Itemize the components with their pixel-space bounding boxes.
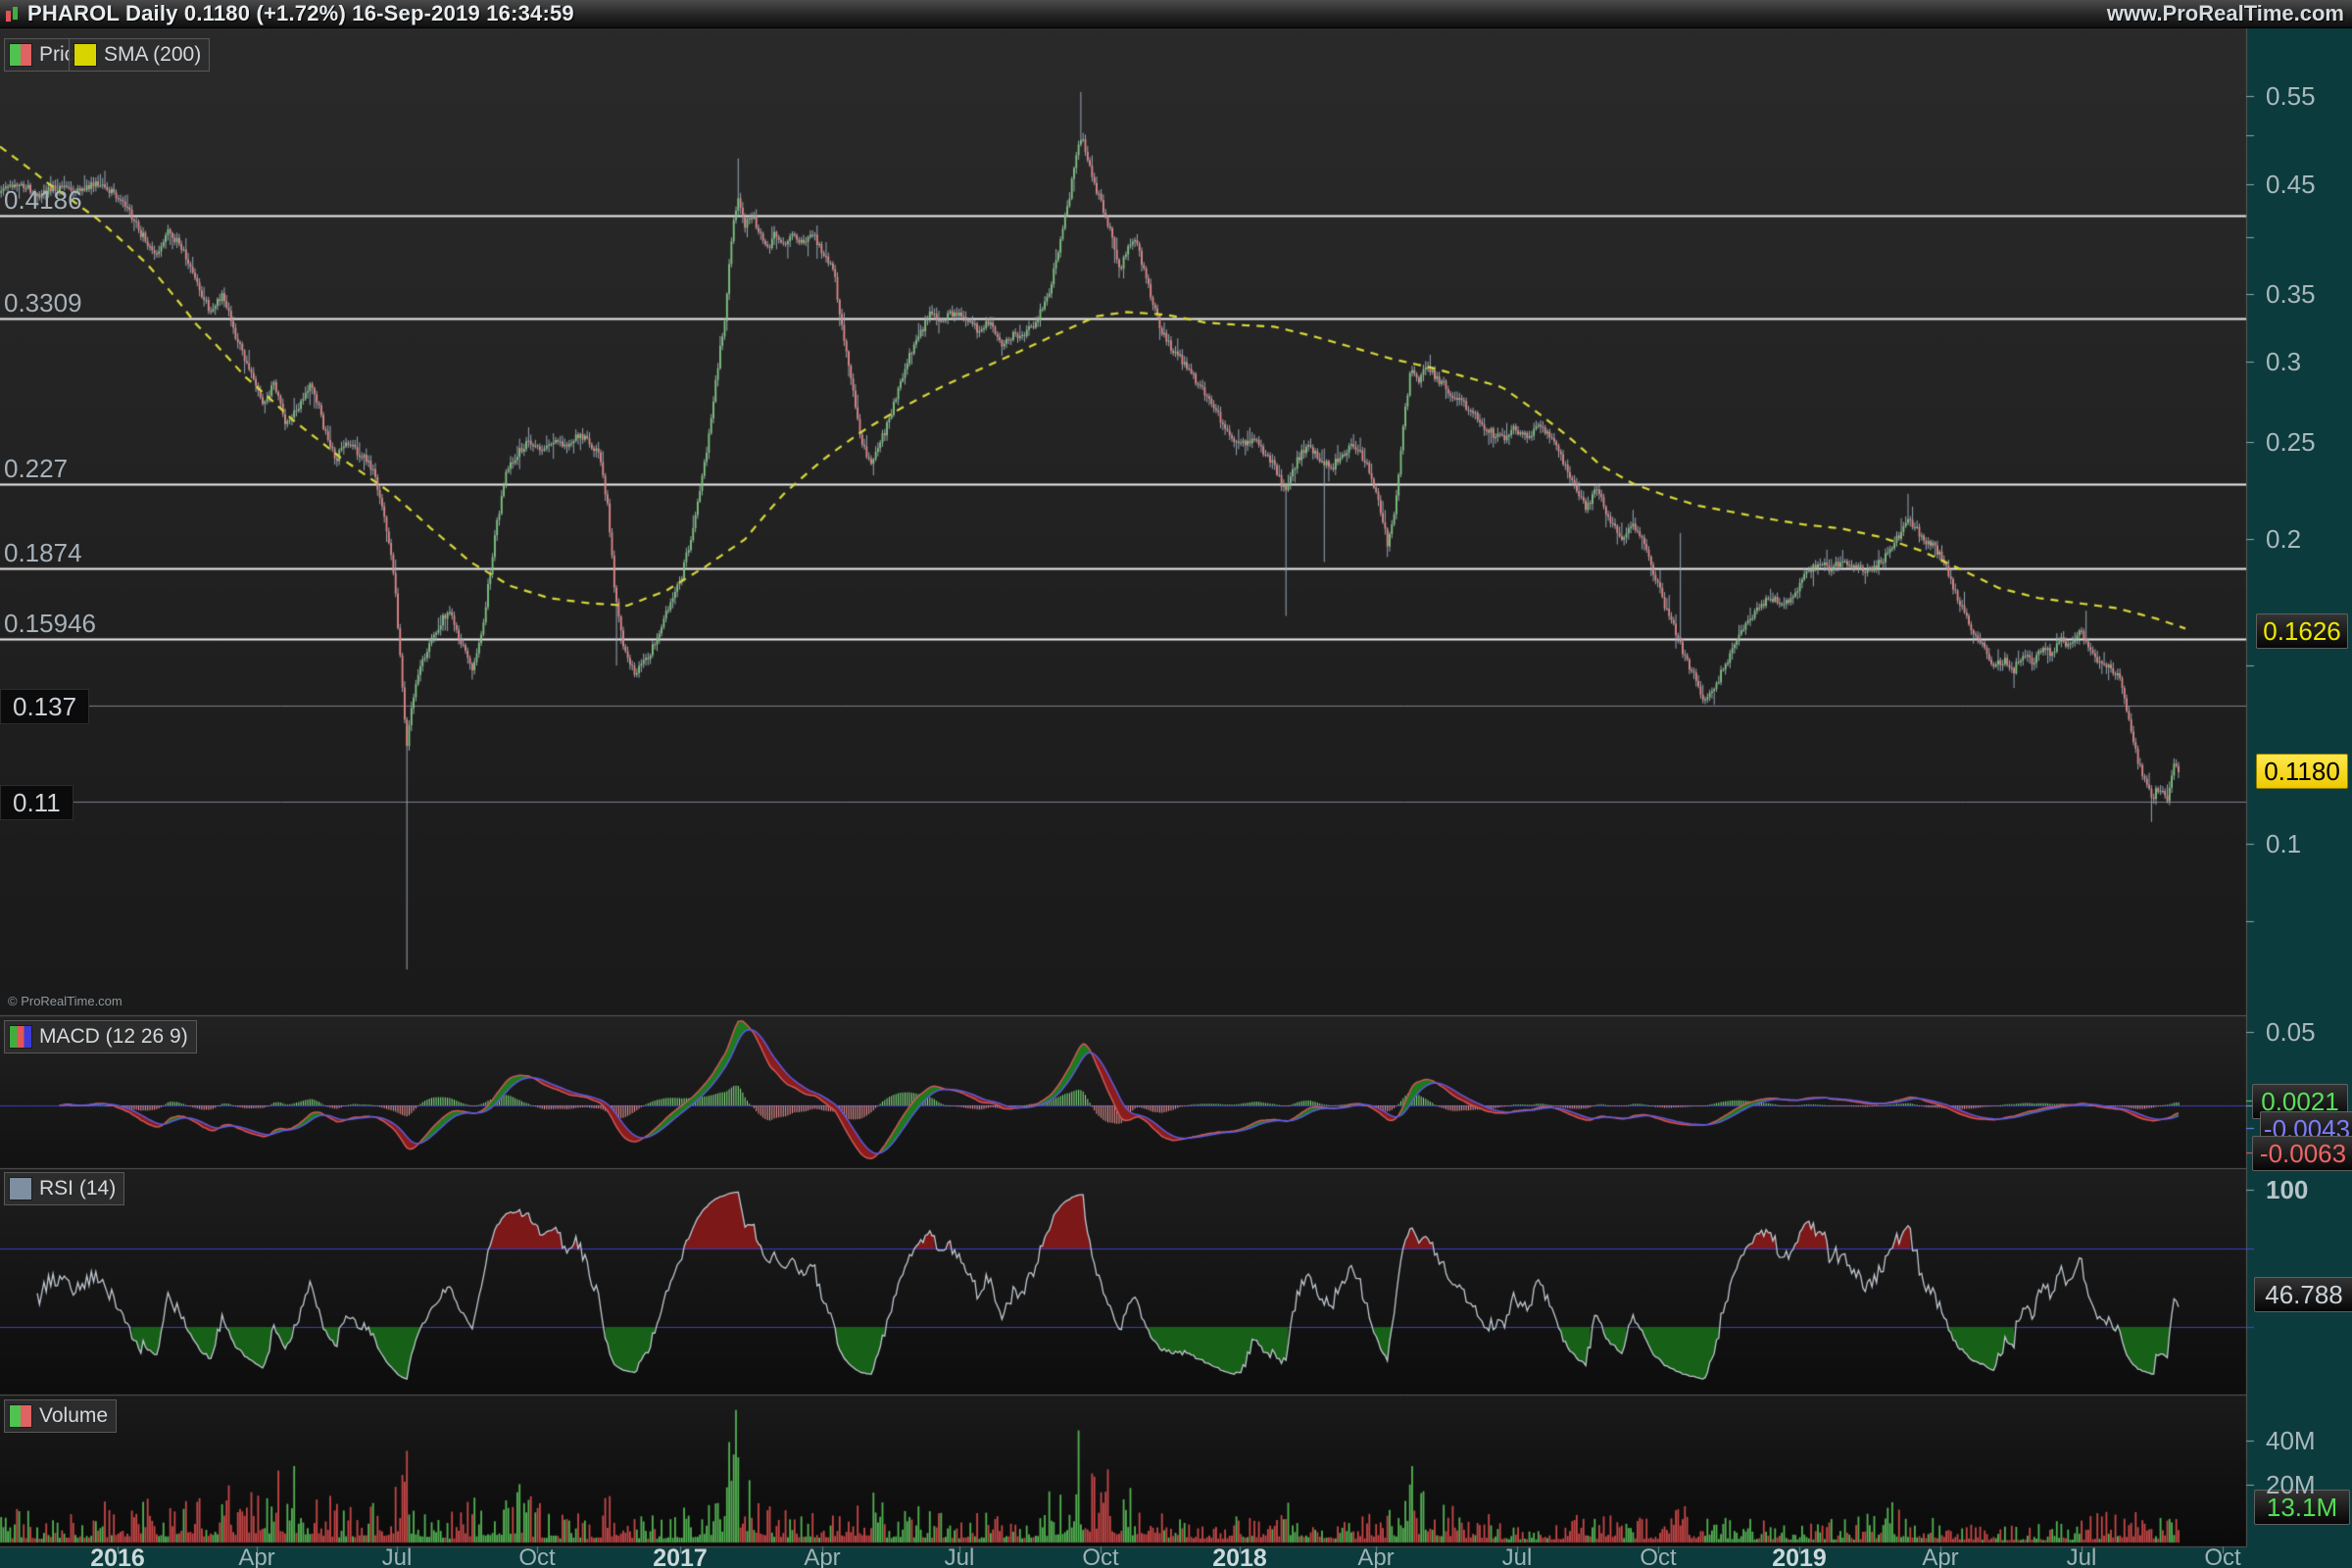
chart-canvas[interactable] bbox=[0, 0, 2352, 1568]
sma-legend-icon bbox=[74, 43, 97, 67]
macd-legend-icon bbox=[9, 1025, 32, 1049]
legend-sma[interactable]: SMA (200) bbox=[69, 38, 210, 72]
legend-macd[interactable]: MACD (12 26 9) bbox=[4, 1020, 197, 1054]
website-link[interactable]: www.ProRealTime.com bbox=[2107, 0, 2344, 27]
price-legend-icon bbox=[9, 43, 32, 67]
title-bar: PHAROL Daily 0.1180 (+1.72%) 16-Sep-2019… bbox=[0, 0, 2352, 28]
legend-volume[interactable]: Volume bbox=[4, 1399, 117, 1433]
rsi-legend-icon bbox=[9, 1177, 32, 1200]
candlestick-icon bbox=[6, 5, 20, 23]
sma-legend-label: SMA (200) bbox=[104, 43, 201, 67]
volume-legend-label: Volume bbox=[39, 1404, 108, 1428]
legend-rsi[interactable]: RSI (14) bbox=[4, 1172, 124, 1205]
macd-legend-label: MACD (12 26 9) bbox=[39, 1025, 188, 1049]
rsi-legend-label: RSI (14) bbox=[39, 1177, 116, 1200]
trading-platform: PHAROL Daily 0.1180 (+1.72%) 16-Sep-2019… bbox=[0, 0, 2352, 1568]
instrument-title: PHAROL Daily 0.1180 (+1.72%) 16-Sep-2019… bbox=[27, 1, 574, 26]
volume-legend-icon bbox=[9, 1404, 32, 1428]
